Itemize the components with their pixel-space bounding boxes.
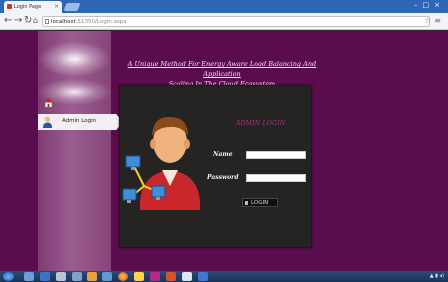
- app-icon[interactable]: [134, 272, 144, 281]
- login-button[interactable]: LOGIN: [242, 198, 278, 207]
- app-icon[interactable]: [182, 272, 192, 281]
- address-bar[interactable]: localhost:51350/Login.aspx: [42, 16, 430, 27]
- login-panel: ADMIN LOGIN Name Password LOGIN: [119, 85, 312, 248]
- tab-title: Login Page: [14, 4, 42, 10]
- word-icon[interactable]: [40, 272, 50, 281]
- toolbar-menu[interactable]: ☆≡: [424, 16, 444, 25]
- name-input[interactable]: [246, 151, 306, 159]
- forward-icon[interactable]: →: [14, 15, 22, 27]
- browser-tabstrip: Login Page × –□×: [0, 0, 448, 13]
- app-icon[interactable]: [198, 272, 208, 281]
- browser-tab[interactable]: Login Page ×: [4, 1, 62, 13]
- page-favicon-icon: [7, 4, 12, 9]
- reload-icon[interactable]: ↻: [24, 15, 32, 27]
- window-controls[interactable]: –□×: [414, 1, 445, 9]
- side-panel: [38, 31, 111, 271]
- panel-highlight: [38, 41, 111, 77]
- password-input[interactable]: [246, 174, 306, 182]
- close-tab-icon[interactable]: ×: [54, 3, 59, 10]
- app-icon[interactable]: [166, 272, 176, 281]
- app-icon[interactable]: [56, 272, 66, 281]
- system-tray[interactable]: ▲ ▮ ◂): [430, 273, 444, 279]
- explorer-icon[interactable]: [24, 272, 34, 281]
- back-icon[interactable]: ←: [4, 15, 12, 27]
- browser-toolbar: ← → ↻ ⌂ localhost:51350/Login.aspx ☆≡: [0, 13, 448, 30]
- login-heading: ADMIN LOGIN: [236, 120, 286, 127]
- nav-item-admin-login[interactable]: Admin Login: [38, 114, 123, 130]
- lock-icon: [245, 201, 248, 205]
- home-icon[interactable]: [44, 98, 53, 107]
- url-host: localhost: [51, 19, 76, 25]
- page-content: Admin Login A Unique Method For Energy A…: [0, 31, 448, 271]
- chrome-icon[interactable]: [118, 272, 128, 281]
- app-icon[interactable]: [102, 272, 112, 281]
- start-button-icon[interactable]: [3, 272, 14, 281]
- login-button-label: LOGIN: [251, 200, 269, 206]
- page-icon: [45, 19, 49, 24]
- app-icon[interactable]: [72, 272, 82, 281]
- app-icon[interactable]: [87, 272, 97, 281]
- taskbar: ▲ ▮ ◂): [0, 271, 448, 282]
- title-line: A Unique Method For Energy Aware Load Ba…: [127, 60, 317, 78]
- name-label: Name: [213, 151, 233, 158]
- app-icon[interactable]: [150, 272, 160, 281]
- password-label: Password: [207, 174, 239, 181]
- home-button-icon[interactable]: ⌂: [33, 15, 38, 27]
- admin-network-illustration: [122, 116, 201, 210]
- url-path: :51350/Login.aspx: [75, 19, 127, 25]
- user-icon: [42, 116, 53, 128]
- nav-item-label: Admin Login: [62, 118, 97, 124]
- new-tab-button[interactable]: [63, 3, 81, 11]
